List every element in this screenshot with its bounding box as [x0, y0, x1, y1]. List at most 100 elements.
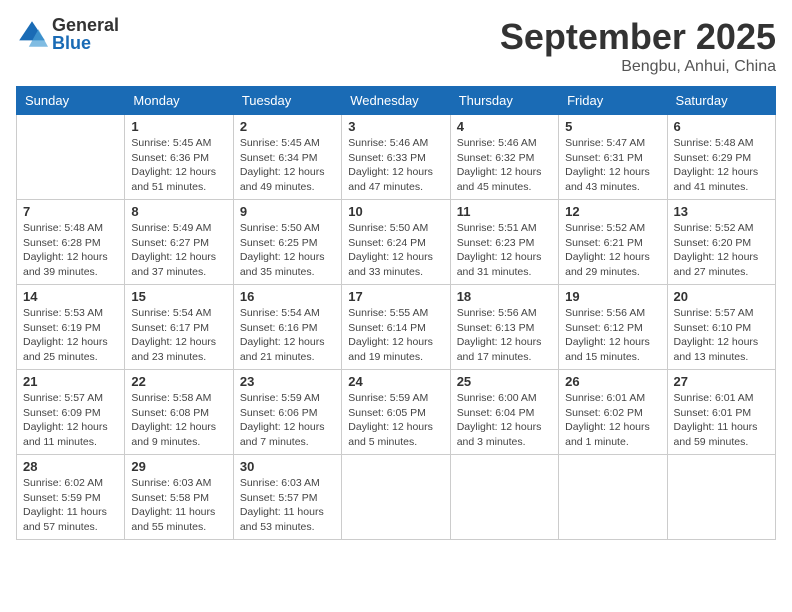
day-info: Sunrise: 5:54 AM Sunset: 6:16 PM Dayligh…: [240, 306, 335, 365]
day-cell-8: 8 Sunrise: 5:49 AM Sunset: 6:27 PM Daylig…: [125, 200, 233, 285]
day-info: Sunrise: 5:51 AM Sunset: 6:23 PM Dayligh…: [457, 221, 552, 280]
week-row-5: 28Sunrise: 6:02 AM Sunset: 5:59 PM Dayli…: [17, 455, 776, 540]
day-cell-12: 12 Sunrise: 5:52 AM Sunset: 6:21 PM Dayli…: [559, 200, 667, 285]
weekday-header-thursday: Thursday: [450, 87, 558, 115]
day-number: 1: [131, 119, 226, 134]
day-info: Sunrise: 5:48 AM Sunset: 6:28 PM Dayligh…: [23, 221, 118, 280]
logo-blue-text: Blue: [52, 34, 119, 52]
day-info: Sunrise: 5:52 AM Sunset: 6:20 PM Dayligh…: [674, 221, 769, 280]
day-info: Sunrise: 6:01 AM Sunset: 6:02 PM Dayligh…: [565, 391, 660, 450]
day-cell-3: 3 Sunrise: 5:46 AM Sunset: 6:33 PM Daylig…: [342, 115, 450, 200]
day-info: Sunrise: 5:50 AM Sunset: 6:25 PM Dayligh…: [240, 221, 335, 280]
empty-cell: [450, 455, 558, 540]
day-number: 24: [348, 374, 443, 389]
calendar-table: SundayMondayTuesdayWednesdayThursdayFrid…: [16, 86, 776, 540]
day-number: 29: [131, 459, 226, 474]
day-info: Sunrise: 5:45 AM Sunset: 6:36 PM Dayligh…: [131, 136, 226, 195]
day-cell-22: 22Sunrise: 5:58 AM Sunset: 6:08 PM Dayli…: [125, 370, 233, 455]
day-info: Sunrise: 5:46 AM Sunset: 6:33 PM Dayligh…: [348, 136, 443, 195]
day-cell-29: 29Sunrise: 6:03 AM Sunset: 5:58 PM Dayli…: [125, 455, 233, 540]
day-info: Sunrise: 5:59 AM Sunset: 6:06 PM Dayligh…: [240, 391, 335, 450]
day-info: Sunrise: 5:49 AM Sunset: 6:27 PM Dayligh…: [131, 221, 226, 280]
day-cell-27: 27 Sunrise: 6:01 AM Sunset: 6:01 PM Dayli…: [667, 370, 775, 455]
day-cell-28: 28Sunrise: 6:02 AM Sunset: 5:59 PM Dayli…: [17, 455, 125, 540]
day-cell-9: 9 Sunrise: 5:50 AM Sunset: 6:25 PM Daylig…: [233, 200, 341, 285]
day-info: Sunrise: 5:58 AM Sunset: 6:08 PM Dayligh…: [131, 391, 226, 450]
week-row-2: 7 Sunrise: 5:48 AM Sunset: 6:28 PM Daylig…: [17, 200, 776, 285]
day-number: 9: [240, 204, 335, 219]
day-info: Sunrise: 5:46 AM Sunset: 6:32 PM Dayligh…: [457, 136, 552, 195]
day-cell-6: 6 Sunrise: 5:48 AM Sunset: 6:29 PM Daylig…: [667, 115, 775, 200]
day-cell-1: 1 Sunrise: 5:45 AM Sunset: 6:36 PM Daylig…: [125, 115, 233, 200]
day-number: 13: [674, 204, 769, 219]
day-number: 7: [23, 204, 118, 219]
logo-general-text: General: [52, 16, 119, 34]
day-number: 15: [131, 289, 226, 304]
logo-icon: [16, 18, 48, 50]
day-info: Sunrise: 5:48 AM Sunset: 6:29 PM Dayligh…: [674, 136, 769, 195]
day-cell-23: 23 Sunrise: 5:59 AM Sunset: 6:06 PM Dayli…: [233, 370, 341, 455]
day-cell-20: 20Sunrise: 5:57 AM Sunset: 6:10 PM Dayli…: [667, 285, 775, 370]
day-cell-25: 25 Sunrise: 6:00 AM Sunset: 6:04 PM Dayli…: [450, 370, 558, 455]
empty-cell: [667, 455, 775, 540]
day-cell-30: 30Sunrise: 6:03 AM Sunset: 5:57 PM Dayli…: [233, 455, 341, 540]
day-cell-16: 16Sunrise: 5:54 AM Sunset: 6:16 PM Dayli…: [233, 285, 341, 370]
empty-cell: [17, 115, 125, 200]
day-cell-7: 7 Sunrise: 5:48 AM Sunset: 6:28 PM Daylig…: [17, 200, 125, 285]
day-number: 26: [565, 374, 660, 389]
day-number: 28: [23, 459, 118, 474]
day-number: 8: [131, 204, 226, 219]
day-number: 17: [348, 289, 443, 304]
day-cell-13: 13 Sunrise: 5:52 AM Sunset: 6:20 PM Dayli…: [667, 200, 775, 285]
day-number: 20: [674, 289, 769, 304]
weekday-header-friday: Friday: [559, 87, 667, 115]
weekday-header-saturday: Saturday: [667, 87, 775, 115]
weekday-header-row: SundayMondayTuesdayWednesdayThursdayFrid…: [17, 87, 776, 115]
empty-cell: [559, 455, 667, 540]
day-number: 23: [240, 374, 335, 389]
day-number: 27: [674, 374, 769, 389]
page-header: General Blue September 2025 Bengbu, Anhu…: [16, 16, 776, 76]
logo-text: General Blue: [52, 16, 119, 52]
week-row-3: 14 Sunrise: 5:53 AM Sunset: 6:19 PM Dayli…: [17, 285, 776, 370]
day-number: 14: [23, 289, 118, 304]
day-cell-17: 17 Sunrise: 5:55 AM Sunset: 6:14 PM Dayli…: [342, 285, 450, 370]
weekday-header-tuesday: Tuesday: [233, 87, 341, 115]
day-info: Sunrise: 5:55 AM Sunset: 6:14 PM Dayligh…: [348, 306, 443, 365]
weekday-header-monday: Monday: [125, 87, 233, 115]
day-number: 10: [348, 204, 443, 219]
day-number: 4: [457, 119, 552, 134]
day-info: Sunrise: 5:52 AM Sunset: 6:21 PM Dayligh…: [565, 221, 660, 280]
week-row-1: 1 Sunrise: 5:45 AM Sunset: 6:36 PM Daylig…: [17, 115, 776, 200]
day-number: 21: [23, 374, 118, 389]
month-title: September 2025: [500, 16, 776, 58]
day-cell-18: 18Sunrise: 5:56 AM Sunset: 6:13 PM Dayli…: [450, 285, 558, 370]
weekday-header-sunday: Sunday: [17, 87, 125, 115]
day-info: Sunrise: 5:53 AM Sunset: 6:19 PM Dayligh…: [23, 306, 118, 365]
day-info: Sunrise: 6:00 AM Sunset: 6:04 PM Dayligh…: [457, 391, 552, 450]
day-info: Sunrise: 5:56 AM Sunset: 6:12 PM Dayligh…: [565, 306, 660, 365]
day-number: 2: [240, 119, 335, 134]
day-info: Sunrise: 5:57 AM Sunset: 6:09 PM Dayligh…: [23, 391, 118, 450]
empty-cell: [342, 455, 450, 540]
day-cell-21: 21 Sunrise: 5:57 AM Sunset: 6:09 PM Dayli…: [17, 370, 125, 455]
day-info: Sunrise: 5:59 AM Sunset: 6:05 PM Dayligh…: [348, 391, 443, 450]
day-number: 25: [457, 374, 552, 389]
day-number: 12: [565, 204, 660, 219]
day-info: Sunrise: 5:47 AM Sunset: 6:31 PM Dayligh…: [565, 136, 660, 195]
day-cell-26: 26 Sunrise: 6:01 AM Sunset: 6:02 PM Dayli…: [559, 370, 667, 455]
location: Bengbu, Anhui, China: [500, 58, 776, 76]
day-number: 6: [674, 119, 769, 134]
day-info: Sunrise: 5:54 AM Sunset: 6:17 PM Dayligh…: [131, 306, 226, 365]
day-number: 3: [348, 119, 443, 134]
day-cell-11: 11 Sunrise: 5:51 AM Sunset: 6:23 PM Dayli…: [450, 200, 558, 285]
day-number: 11: [457, 204, 552, 219]
day-cell-15: 15 Sunrise: 5:54 AM Sunset: 6:17 PM Dayli…: [125, 285, 233, 370]
day-info: Sunrise: 6:03 AM Sunset: 5:57 PM Dayligh…: [240, 476, 335, 535]
day-info: Sunrise: 6:01 AM Sunset: 6:01 PM Dayligh…: [674, 391, 769, 450]
day-cell-5: 5Sunrise: 5:47 AM Sunset: 6:31 PM Daylig…: [559, 115, 667, 200]
day-cell-2: 2Sunrise: 5:45 AM Sunset: 6:34 PM Daylig…: [233, 115, 341, 200]
weekday-header-wednesday: Wednesday: [342, 87, 450, 115]
title-block: September 2025 Bengbu, Anhui, China: [500, 16, 776, 76]
day-number: 18: [457, 289, 552, 304]
